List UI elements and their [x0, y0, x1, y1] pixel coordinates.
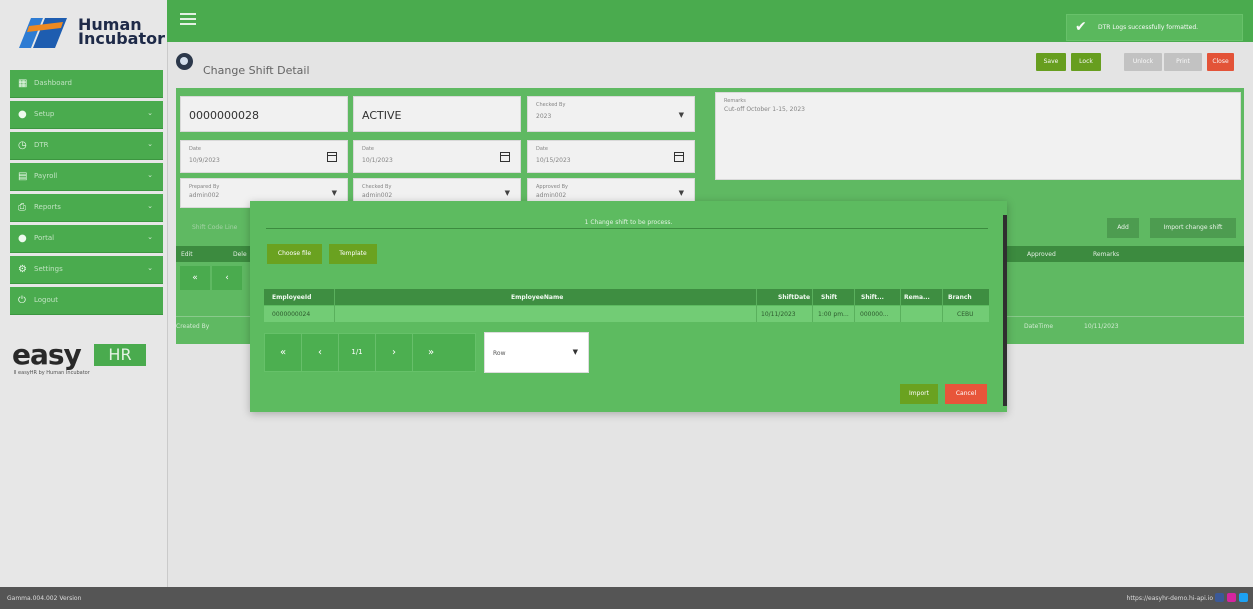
rows-per-page-select[interactable]: Row ▼ — [484, 332, 589, 373]
first-page-button[interactable]: « — [265, 334, 302, 371]
page-indicator: 1/1 — [339, 334, 376, 371]
cell-shift-code: 000000... — [860, 311, 889, 318]
footer-url[interactable]: https://easyhr-demo.hi-api.io — [1127, 595, 1213, 602]
cell-shift: 1:00 pm... — [818, 311, 849, 318]
next-page-button[interactable]: › — [376, 334, 413, 371]
last-page-button[interactable]: » — [413, 334, 449, 371]
cell-employee-id: 0000000024 — [272, 311, 311, 318]
col-shift-code[interactable]: Shift... — [861, 294, 884, 301]
modal-scrollbar[interactable] — [1003, 215, 1007, 406]
modal-pager: « ‹ 1/1 › » — [264, 333, 476, 372]
import-button[interactable]: Import — [900, 384, 938, 404]
choose-file-button[interactable]: Choose file — [267, 244, 322, 264]
facebook-icon[interactable] — [1215, 593, 1224, 602]
col-shift[interactable]: Shift — [821, 294, 837, 301]
cancel-button[interactable]: Cancel — [945, 384, 987, 404]
cell-branch: CEBU — [957, 311, 974, 318]
import-table: EmployeeId EmployeeName ShiftDate Shift … — [264, 289, 989, 323]
modal-title: 1 Change shift to be process. — [584, 219, 673, 226]
col-employee-id[interactable]: EmployeeId — [272, 294, 311, 301]
template-button[interactable]: Template — [329, 244, 377, 264]
dropdown-icon: ▼ — [572, 348, 578, 356]
import-modal: 1 Change shift to be process. Choose fil… — [250, 201, 1007, 412]
col-remarks[interactable]: Rema... — [904, 294, 930, 301]
prev-page-button[interactable]: ‹ — [302, 334, 339, 371]
import-table-header: EmployeeId EmployeeName ShiftDate Shift … — [264, 289, 989, 305]
version-text: Gamma.004.002 Version — [7, 595, 82, 602]
col-shift-date[interactable]: ShiftDate — [778, 294, 810, 301]
rows-per-page-value: Row — [493, 350, 506, 357]
col-branch[interactable]: Branch — [948, 294, 972, 301]
col-employee-name[interactable]: EmployeeName — [511, 294, 563, 301]
footer: Gamma.004.002 Version https://easyhr-dem… — [0, 587, 1253, 609]
twitter-icon[interactable] — [1239, 593, 1248, 602]
modal-divider — [266, 228, 988, 229]
instagram-icon[interactable] — [1227, 593, 1236, 602]
cell-shift-date: 10/11/2023 — [761, 311, 796, 318]
table-row[interactable]: 0000000024 10/11/2023 1:00 pm... 000000.… — [264, 306, 989, 322]
